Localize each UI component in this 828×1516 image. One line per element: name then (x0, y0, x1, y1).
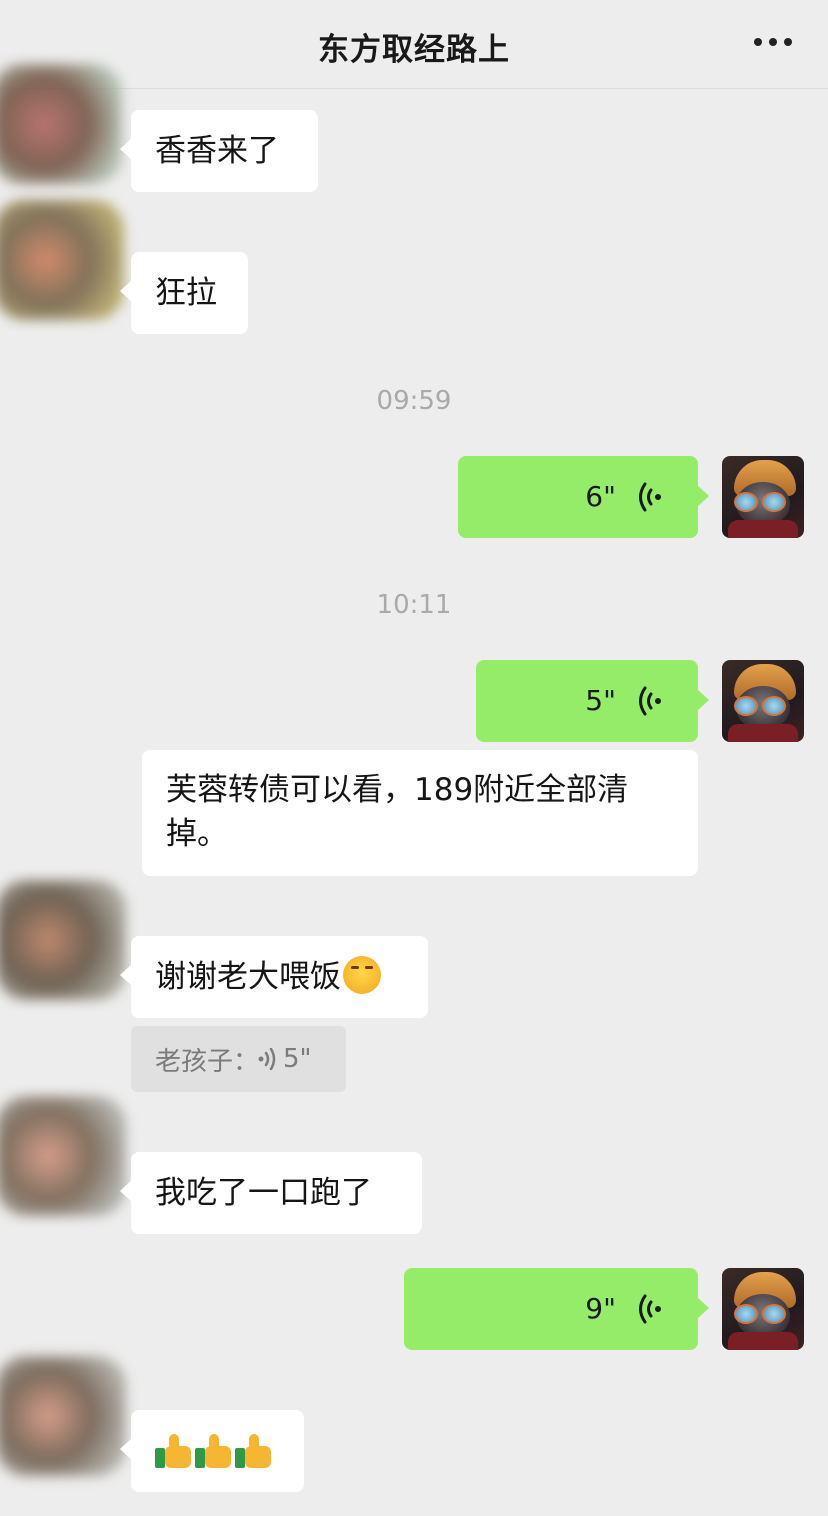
thumbs-up-icon (195, 1432, 233, 1470)
voice-duration: 9" (585, 1292, 616, 1325)
message-text: 芙蓉转债可以看，189附近全部清掉。 (166, 772, 629, 852)
voice-duration: 6" (585, 480, 616, 513)
quoted-message[interactable]: 老孩子： 5" (131, 1026, 346, 1092)
message-text: 狂拉 (155, 275, 217, 311)
timestamp: 10:11 (376, 590, 452, 620)
self-avatar[interactable] (722, 456, 804, 538)
face-with-tears-of-joy-icon (343, 956, 381, 994)
message-text: 香香来了 (155, 133, 279, 169)
chat-header: 东方取经路上 (0, 0, 828, 89)
avatar[interactable] (0, 1096, 126, 1216)
voice-message[interactable]: 9" (404, 1268, 709, 1350)
message-bubble[interactable]: 香香来了 (120, 110, 318, 192)
voice-wave-icon (258, 1048, 276, 1070)
thumbs-up-icon (235, 1432, 273, 1470)
message-text: 谢谢老大喂饭 (155, 959, 341, 995)
message-bubble[interactable]: 芙蓉转债可以看，189附近全部清掉。 (142, 750, 698, 876)
message-bubble[interactable]: 狂拉 (120, 252, 248, 334)
avatar[interactable] (0, 200, 124, 320)
voice-wave-icon (639, 686, 661, 716)
chat-title: 东方取经路上 (318, 32, 510, 68)
voice-duration: 5" (585, 684, 616, 717)
message-text: 我吃了一口跑了 (155, 1175, 372, 1211)
more-dots-icon[interactable] (754, 36, 792, 48)
voice-wave-icon (639, 1294, 661, 1324)
avatar[interactable] (0, 1356, 126, 1476)
avatar[interactable] (0, 64, 122, 184)
quote-voice-duration: 5" (283, 1044, 312, 1074)
quote-sender: 老孩子： (155, 1046, 260, 1077)
timestamp: 09:59 (376, 386, 452, 416)
self-avatar[interactable] (722, 660, 804, 742)
message-bubble[interactable]: 我吃了一口跑了 (120, 1152, 422, 1234)
message-bubble[interactable] (120, 1410, 304, 1492)
thumbs-up-icon (155, 1432, 193, 1470)
message-bubble[interactable]: 谢谢老大喂饭 (120, 936, 428, 1018)
avatar[interactable] (0, 880, 126, 1000)
voice-message[interactable]: 5" (476, 660, 709, 742)
self-avatar[interactable] (722, 1268, 804, 1350)
voice-wave-icon (639, 482, 661, 512)
voice-message[interactable]: 6" (458, 456, 709, 538)
